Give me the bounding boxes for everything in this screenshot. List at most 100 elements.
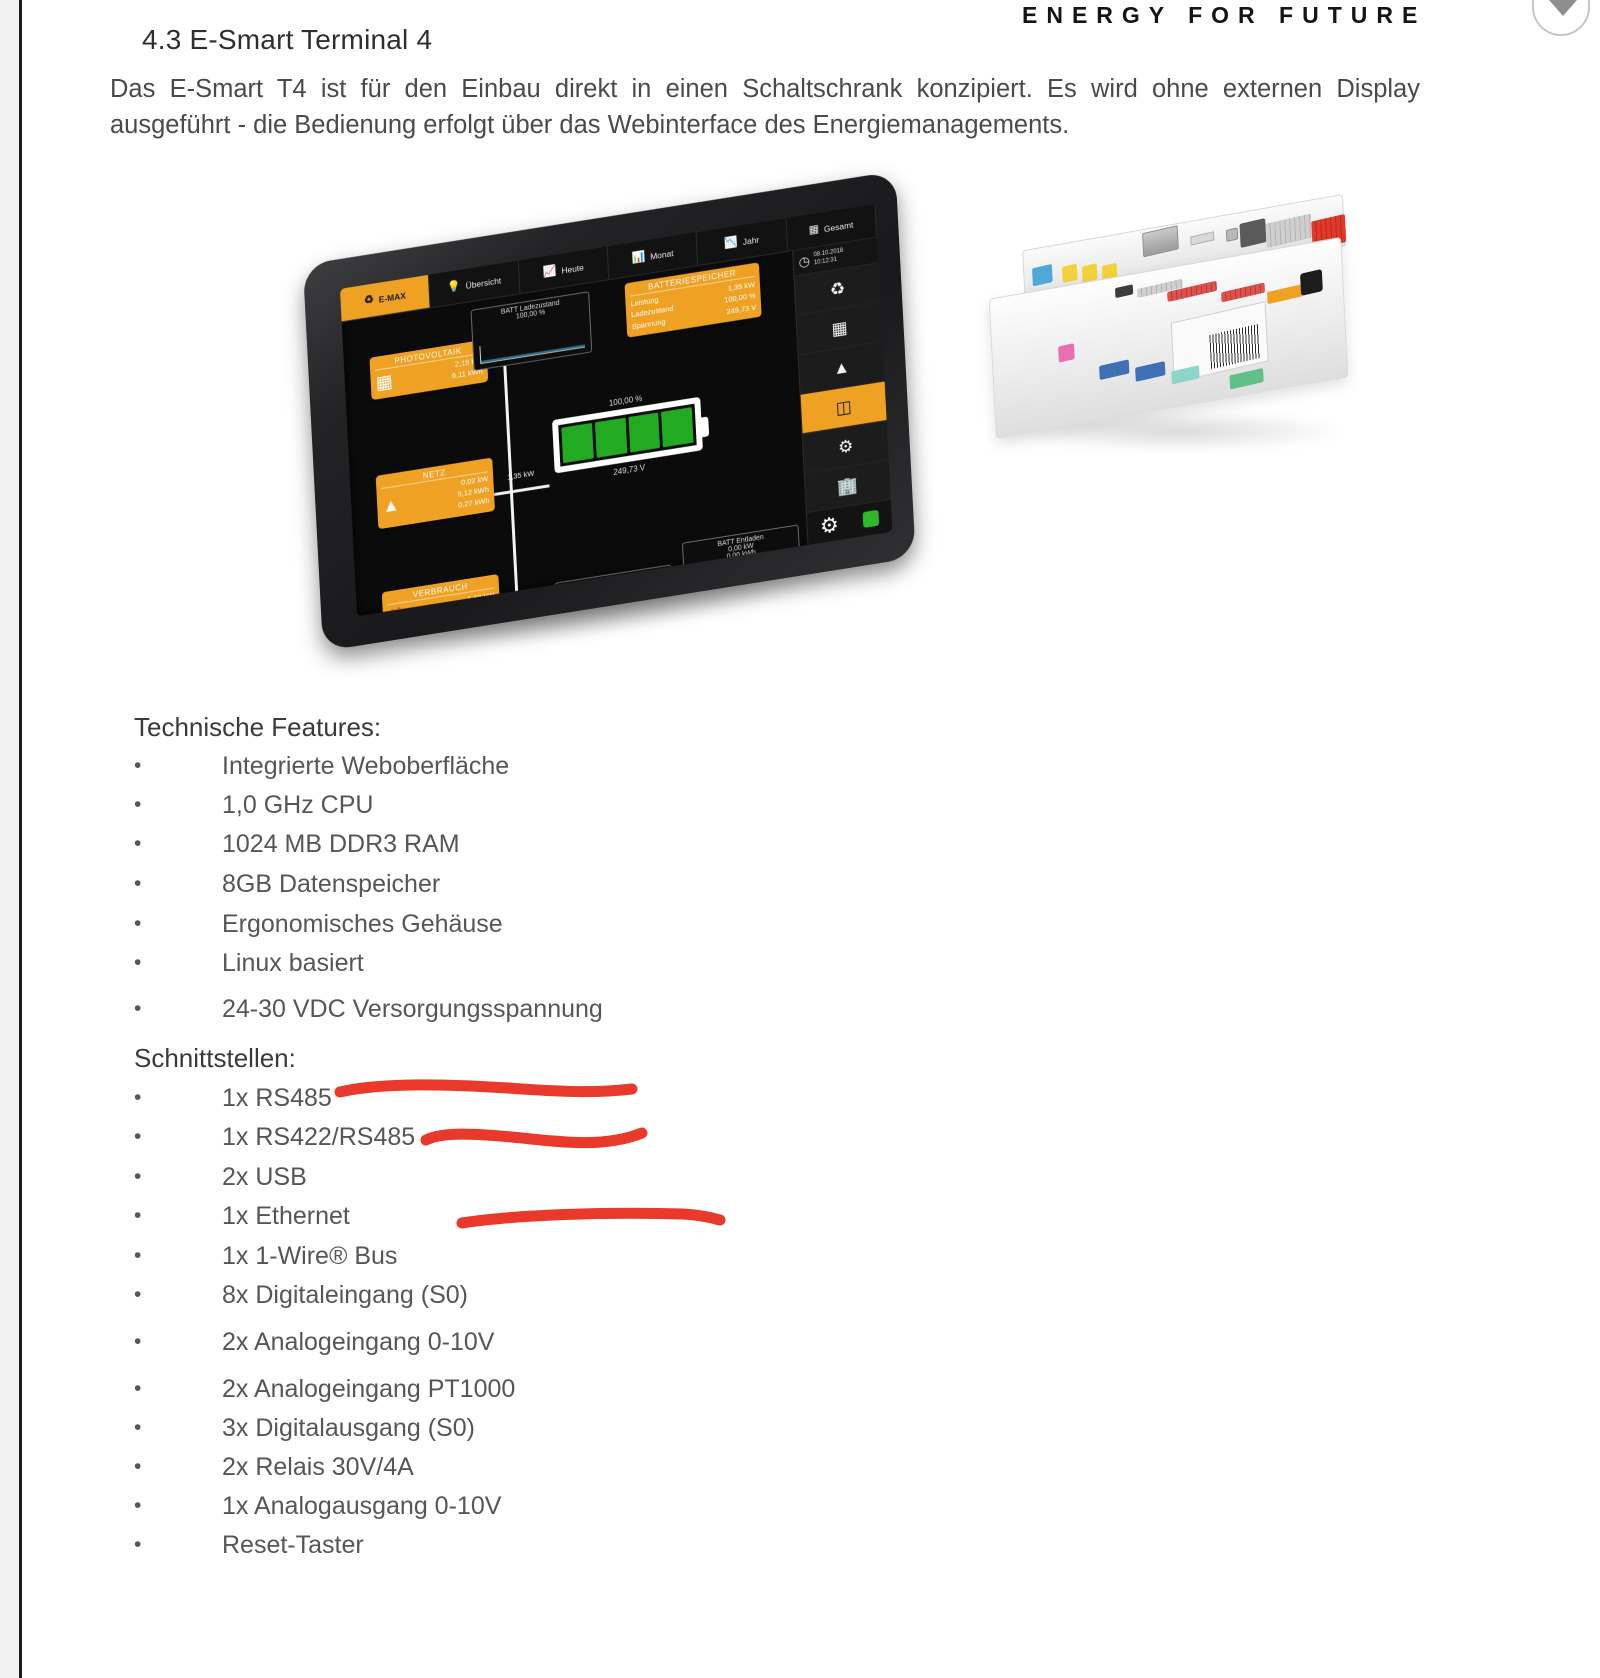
interface-list-item: • 1x RS422/RS485 — [134, 1123, 1334, 1152]
feature-label: 1,0 GHz CPU — [222, 791, 374, 819]
list-bullet: • — [134, 1494, 142, 1517]
terminal-strip-black — [1114, 284, 1134, 299]
reset-button-icon — [1225, 227, 1239, 243]
interface-label: 1x Analogausgang 0-10V — [222, 1492, 502, 1520]
gear-icon[interactable]: ⚙ — [819, 512, 839, 540]
tab-label: Jahr — [742, 233, 760, 247]
stack-icon: ▦ — [808, 222, 820, 237]
interface-list-item: • 3x Digitalausgang (S0) — [134, 1414, 1334, 1443]
dashboard-sidebar: ◷ 08.10.2018 10:12:31 ♻ ▦ ▲ ◫ ⚙ 🏢 ⚙ — [792, 237, 893, 545]
tablet-screen: ♻ E-MAX 💡 Übersicht 📈 Heute 📊 Monat 📉 Ja… — [339, 204, 893, 617]
pylon-icon: ▲ — [832, 356, 851, 379]
terminal-block-pink — [1058, 343, 1075, 363]
battery-cell — [561, 422, 594, 464]
tab-label: Übersicht — [465, 274, 502, 291]
list-bullet: • — [134, 912, 142, 935]
list-bullet: • — [134, 1416, 142, 1439]
feature-label: 1024 MB DDR3 RAM — [222, 830, 460, 858]
list-bullet: • — [134, 1086, 142, 1109]
page-shell: ENERGY FOR FUTURE 4.3 E-Smart Terminal 4… — [0, 0, 1600, 1678]
bulb-icon: 💡 — [446, 279, 461, 294]
interface-label: 2x Analogeingang PT1000 — [222, 1375, 516, 1403]
feature-label: 24-30 VDC Versorgungsspannung — [222, 995, 603, 1023]
bar-chart-icon: 📊 — [631, 250, 646, 265]
trend-icon: 📉 — [724, 235, 739, 250]
interface-list-item: • 2x Analogeingang PT1000 — [134, 1375, 1334, 1404]
list-bullet: • — [134, 872, 142, 895]
list-bullet: • — [134, 997, 142, 1020]
feature-list-item: • 1024 MB DDR3 RAM — [134, 830, 1334, 859]
intro-paragraph: Das E-Smart T4 ist für den Einbau direkt… — [110, 75, 1420, 139]
tab-label: Heute — [561, 261, 585, 276]
interface-list-item: • Reset-Taster — [134, 1531, 1334, 1560]
battery-visual: 100,00 % 249,73 V — [541, 383, 713, 487]
feature-label: 8GB Datenspeicher — [222, 870, 441, 898]
kpi-card-batteriespeicher[interactable]: BATTERIESPEICHER Leistung 1,35 kW Ladezu… — [624, 262, 762, 338]
list-bullet: • — [134, 1330, 142, 1353]
feature-list-item: • 24-30 VDC Versorgungsspannung — [134, 995, 1334, 1024]
chart-plot — [479, 329, 586, 365]
chart-value: 0,02 kW — [600, 582, 627, 594]
feature-list-item: • 8GB Datenspeicher — [134, 870, 1334, 899]
list-bullet: • — [134, 1533, 142, 1556]
chart-title: BATT Laden — [593, 574, 633, 588]
interface-list-item: • 2x Relais 30V/4A — [134, 1453, 1334, 1482]
feature-list-item: • Integrierte Weboberfläche — [134, 752, 1334, 781]
list-bullet: • — [134, 1244, 142, 1267]
scroll-down-button[interactable] — [1532, 0, 1590, 36]
document-page: ENERGY FOR FUTURE 4.3 E-Smart Terminal 4… — [22, 0, 1600, 1678]
interface-list-item: • 2x Analogeingang 0-10V — [134, 1328, 1334, 1357]
interface-list-item: • 1x RS485 — [134, 1084, 1334, 1113]
chevron-down-icon — [1549, 0, 1577, 16]
solar-icon: ▦ — [831, 317, 848, 339]
interface-label: 8x Digitaleingang (S0) — [222, 1281, 468, 1309]
clock-icon: ◷ — [798, 252, 811, 270]
list-bullet: • — [134, 754, 142, 777]
feature-list-item: • 1,0 GHz CPU — [134, 791, 1334, 820]
area-chart-icon: 📈 — [542, 264, 557, 279]
features-heading: Technische Features: — [134, 712, 382, 742]
status-indicator-dot — [862, 509, 880, 528]
battery-icon: ◫ — [835, 396, 853, 418]
feature-list-item: • Linux basiert — [134, 949, 1334, 978]
ethernet-port-icon — [1142, 225, 1179, 258]
terminal-block-yellow — [1061, 263, 1078, 284]
terminal-block-blue — [1032, 263, 1053, 287]
recycle-icon: ♻ — [363, 293, 375, 307]
flow-wire-vertical — [502, 356, 520, 617]
heatpump-icon: ⚙ — [837, 435, 854, 457]
feature-label: Integrierte Weboberfläche — [222, 752, 510, 780]
terminal-strip-orange — [1267, 284, 1304, 305]
usb-port-icon — [1190, 231, 1215, 246]
kpi-card-netz[interactable]: NETZ ▲ 0,02 kW 9,12 kWh 0,27 kWh — [375, 457, 495, 529]
list-bullet: • — [134, 1283, 142, 1306]
list-bullet: • — [134, 951, 142, 974]
tab-label: E-MAX — [378, 289, 407, 305]
battery-cell — [594, 417, 627, 458]
connector-black — [1300, 268, 1323, 296]
interface-list-item: • 8x Digitaleingang (S0) — [134, 1281, 1334, 1310]
kpi-card-verbrauch[interactable]: VERBRAUCH 🏠 1,68 kW 10,79 kWh — [381, 573, 501, 617]
product-figure-row: ♻ E-MAX 💡 Übersicht 📈 Heute 📊 Monat 📉 Ja… — [110, 171, 1430, 676]
interface-label: 3x Digitalausgang (S0) — [222, 1414, 475, 1442]
interface-list-item: • 1x Ethernet — [134, 1202, 1334, 1231]
terminal-block-grey-dark — [1239, 218, 1267, 248]
battery-cell — [661, 407, 694, 448]
house-icon: 🏠 — [388, 605, 411, 616]
interface-label: 2x Relais 30V/4A — [222, 1453, 414, 1481]
kpi-card-photovoltaik[interactable]: PHOTOVOLTAIK ▦ 2,19 kW 6,11 kWh — [369, 339, 489, 400]
interface-label: 2x Analogeingang 0-10V — [222, 1328, 495, 1356]
interface-label: 2x USB — [222, 1163, 307, 1191]
list-bullet: • — [134, 1377, 142, 1400]
terminal-block-blue-3 — [1135, 361, 1166, 382]
interface-label: 1x RS485 — [222, 1084, 332, 1112]
list-bullet: • — [134, 1165, 142, 1188]
chart-batt-ladezustand[interactable]: BATT Ladezustand 100,00 % — [470, 291, 593, 372]
pylon-icon: ▲ — [381, 494, 401, 517]
building-icon: 🏢 — [836, 474, 859, 497]
tab-label: Monat — [649, 247, 674, 262]
solar-icon: ▦ — [375, 370, 394, 394]
interface-label: 1x RS422/RS485 — [222, 1123, 416, 1151]
interface-label: 1x Ethernet — [222, 1202, 350, 1230]
feature-label: Ergonomisches Gehäuse — [222, 910, 503, 938]
